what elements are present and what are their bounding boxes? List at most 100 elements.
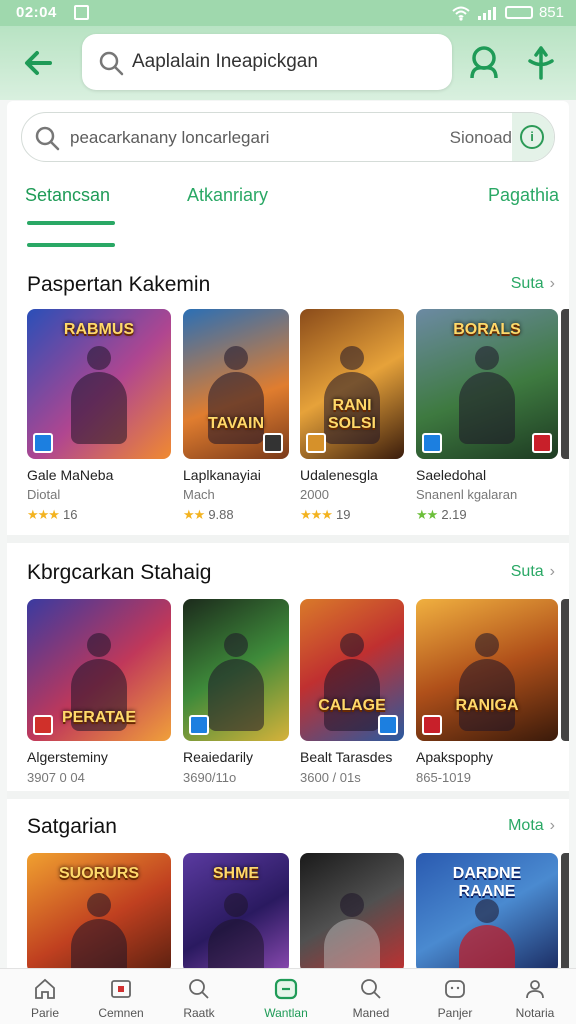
app-logo: SHME [212,865,260,882]
tab-1[interactable]: Setancsan [25,185,110,206]
next-card-peek [561,853,569,969]
nav-item-1[interactable]: Parie [10,969,80,1024]
search-icon [99,51,124,76]
app-subtitle: 865-1019 [416,770,471,785]
badge-icon [378,715,398,735]
section-more-link[interactable]: Mota › [508,817,555,835]
wifi-icon [452,6,470,21]
account-icon[interactable] [466,44,502,82]
app-logo: RANI SOLSI [327,397,376,432]
games-icon [274,978,298,1000]
app-name: Apakspophy [416,749,494,765]
section-title: Satgarian [27,815,117,838]
rating-value: 19 [335,507,351,522]
character-art [208,632,264,731]
app-thumbnail[interactable]: SUORURS [27,853,171,969]
tab-indicator [27,221,115,225]
app-subtitle: 3690/11o [183,770,237,785]
app-logo: RANIGA [455,697,519,714]
search-query[interactable]: Aaplalain Ineapickgan [132,51,318,73]
app-thumbnail[interactable]: RANIGA [416,599,558,741]
search-bar[interactable]: Aaplalain Ineapickgan [82,34,452,90]
microphone-icon[interactable] [524,44,558,82]
badge-icon [33,715,53,735]
inner-search-field[interactable]: peacarkanany loncarlegari Sionoad i [21,112,555,162]
app-name: Udalenesgla [300,467,378,483]
app-thumbnail[interactable]: CALAGE [300,599,404,741]
inner-search-button[interactable]: Sionoad [450,128,512,148]
app-rating: ★★ 2.19 [416,507,467,523]
app-name: Saeledohal [416,467,487,483]
next-card-peek [561,309,569,459]
character-art [208,893,264,969]
nav-item-3[interactable]: Raatk [164,969,234,1024]
badge-icon [306,433,326,453]
badge-icon [189,715,209,735]
star-icons: ★★★ [300,507,333,522]
nav-label: Maned [352,1006,390,1020]
badge-icon [422,433,442,453]
nav-item-5[interactable]: Maned [336,969,406,1024]
section-divider [7,791,569,799]
rating-value: 2.19 [441,507,467,522]
chevron-right-icon: › [549,563,555,580]
app-subtitle: Diotal [27,487,61,502]
app-thumbnail[interactable]: BORALS [416,309,558,459]
app-thumbnail[interactable]: RABMUS [27,309,171,459]
app-name: Algersteminy [27,749,108,765]
section-more-link[interactable]: Suta › [511,563,555,581]
app-logo: RABMUS [63,321,135,338]
app-thumbnail[interactable]: DARDNE RAANE [416,853,558,969]
home-icon [35,978,55,999]
nav-item-6[interactable]: Panjer [420,969,490,1024]
status-icons: 851 [451,4,564,21]
more-label[interactable]: Suta [511,563,544,580]
app-rating: ★★ 9.88 [183,507,234,523]
notification-icon [74,5,89,20]
rating-value: 9.88 [208,507,234,522]
app-thumbnail[interactable]: SHME [183,853,289,969]
badge-icon [532,433,552,453]
app-subtitle: Mach [183,487,215,502]
app-thumbnail[interactable]: RANI SOLSI [300,309,404,459]
info-button[interactable]: i [512,113,554,161]
character-art [324,632,380,731]
nav-item-7[interactable]: Notaria [500,969,570,1024]
info-icon: i [520,125,544,149]
app-thumbnail[interactable] [183,599,289,741]
section-3: Satgarian Mota › SUORURS SHME DARDNE RAAN… [7,815,569,969]
library-icon [445,980,465,998]
tab-3[interactable]: Pagathia [488,185,559,206]
app-thumbnail[interactable] [300,853,404,969]
app-logo: DARDNE RAANE [452,865,522,900]
nav-item-2[interactable]: Cemnen [86,969,156,1024]
app-logo: CALAGE [318,697,386,714]
character-art [459,632,515,731]
app-thumbnail[interactable]: PERATAE [27,599,171,741]
battery-icon [504,6,533,19]
character-art [459,346,515,444]
app-rating: ★★★ 19 [300,507,350,523]
app-thumbnail[interactable]: TAVAIN [183,309,289,459]
inner-search-placeholder[interactable]: peacarkanany loncarlegari [70,128,269,148]
app-name: Gale MaNeba [27,467,114,483]
back-arrow-icon[interactable] [20,46,56,80]
section-title: Kbrgcarkan Stahaig [27,561,212,584]
star-icons: ★★★ [27,507,60,522]
app-subtitle: 3600 / 01s [300,770,361,785]
status-bar: 02:04 851 [0,0,576,26]
more-label[interactable]: Suta [511,275,544,292]
app-logo: PERATAE [61,709,137,726]
next-card-peek [561,599,569,741]
more-label[interactable]: Mota [508,817,544,834]
star-icons: ★★ [416,507,438,522]
app-logo: SUORURS [58,865,139,882]
nav-label: Wantlan [264,1006,308,1020]
content-sheet: peacarkanany loncarlegari Sionoad i Seta… [7,101,569,969]
chevron-right-icon: › [549,275,555,292]
tab-indicator-secondary [27,243,115,247]
tab-2[interactable]: Atkanriary [187,185,268,206]
nav-item-4[interactable]: Wantlan [251,969,321,1024]
section-divider [7,535,569,543]
section-more-link[interactable]: Suta › [511,275,555,293]
